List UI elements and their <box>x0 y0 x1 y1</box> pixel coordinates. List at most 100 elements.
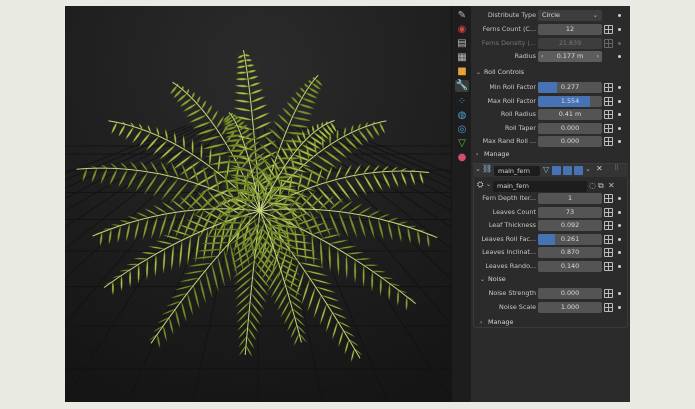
keyframe-icon[interactable] <box>604 302 613 312</box>
animate-dot-icon[interactable] <box>618 305 621 309</box>
property-field[interactable]: 0.870 <box>538 247 602 258</box>
animate-dot-icon[interactable] <box>618 292 621 295</box>
constraints-icon[interactable]: ◎ <box>455 124 469 136</box>
ferns-count-label: Ferns Count (C... <box>482 25 536 33</box>
keyframe-icon[interactable] <box>604 194 613 203</box>
manage-header-2[interactable]: › Manage <box>480 316 513 329</box>
property-value: 0.261 <box>560 234 580 243</box>
node-group-field[interactable]: main_fern <box>493 181 587 192</box>
animate-dot-icon[interactable] <box>618 224 621 227</box>
animate-dot-icon[interactable] <box>618 264 621 268</box>
keyframe-icon[interactable] <box>604 207 613 217</box>
property-field[interactable]: 73 <box>538 206 602 218</box>
keyframe-icon[interactable] <box>604 96 613 106</box>
physics-icon[interactable]: ◍ <box>455 110 469 122</box>
data-icon[interactable]: ▽ <box>455 138 469 150</box>
drag-handle-icon[interactable]: ⠿ <box>614 164 619 172</box>
keyframe-icon[interactable] <box>604 289 613 298</box>
property-row: Roll Taper 0.000 <box>471 122 630 135</box>
property-field[interactable]: 0.000 <box>538 122 602 134</box>
camera-icon[interactable] <box>574 166 583 175</box>
property-field[interactable]: 0.261 <box>538 233 602 245</box>
keyframe-icon[interactable] <box>604 234 613 244</box>
keyframe-icon[interactable] <box>604 83 613 92</box>
property-label: Leaves Rando... <box>485 261 536 270</box>
noise-header[interactable]: ⌄ Noise <box>480 273 506 286</box>
property-label: Leaves Count <box>492 207 536 216</box>
keyframe-icon[interactable] <box>604 110 613 120</box>
view-layer-icon[interactable]: ▦ <box>455 52 469 64</box>
chevron-right-icon: › <box>476 151 479 158</box>
roll-controls-header[interactable]: ⌄ Roll Controls <box>476 66 524 79</box>
cage-icon[interactable] <box>552 166 561 175</box>
property-field[interactable]: 1 <box>538 193 602 204</box>
keyframe-icon[interactable] <box>604 261 613 271</box>
property-field[interactable]: 0.092 <box>538 220 602 231</box>
ferns-count-field[interactable]: 12 <box>538 24 602 35</box>
animate-dot-icon[interactable] <box>618 99 621 103</box>
chevron-down-icon[interactable]: ⌄ <box>585 165 591 173</box>
keyframe-icon[interactable] <box>604 39 613 48</box>
property-value: 1.000 <box>560 302 580 311</box>
distribute-type-row: Distribute Type Circle ⌄ <box>471 9 630 22</box>
radius-field[interactable]: ‹ 0.177 m › <box>538 51 602 62</box>
fake-user-icon[interactable]: ◌ <box>589 181 596 190</box>
animate-dot-icon[interactable] <box>618 126 621 130</box>
duplicate-icon[interactable]: ⧉ <box>598 181 604 191</box>
property-field[interactable]: 0.000 <box>538 136 602 148</box>
animate-dot-icon[interactable] <box>618 42 621 45</box>
property-field[interactable]: 1.554 <box>538 95 602 107</box>
output-icon[interactable]: ▤ <box>455 38 469 50</box>
ferns-density-row: Ferns Density (... 21.839 <box>471 37 630 50</box>
animate-dot-icon[interactable] <box>618 86 621 89</box>
chevron-right-icon: › <box>480 319 483 326</box>
animate-dot-icon[interactable] <box>618 210 621 214</box>
keyframe-icon[interactable] <box>604 221 613 230</box>
animate-dot-icon[interactable] <box>618 55 621 58</box>
unlink-icon[interactable]: ✕ <box>608 181 615 190</box>
animate-dot-icon[interactable] <box>618 28 621 31</box>
distribute-type-dropdown[interactable]: Circle ⌄ <box>538 10 602 21</box>
ferns-density-field[interactable]: 21.839 <box>538 38 602 49</box>
edit-mode-icon[interactable]: ▽ <box>543 165 549 174</box>
property-value: 1.554 <box>560 96 580 105</box>
chevron-down-icon[interactable]: ⌄ <box>475 165 481 173</box>
tool-icon[interactable]: ✎ <box>455 10 469 22</box>
property-field[interactable]: 0.140 <box>538 260 602 272</box>
property-field[interactable]: 0.41 m <box>538 109 602 121</box>
manage-header[interactable]: › Manage <box>476 148 509 161</box>
node-tree-icon[interactable]: ⛭ <box>477 180 483 190</box>
property-label: Leaf Thickness <box>488 221 536 229</box>
realtime-icon[interactable] <box>563 166 572 175</box>
modifier-icon[interactable]: 🔧 <box>455 80 469 92</box>
animate-dot-icon[interactable] <box>618 113 621 117</box>
render-icon[interactable]: ◉ <box>455 24 469 36</box>
property-field[interactable]: 0.000 <box>538 288 602 299</box>
animate-dot-icon[interactable] <box>618 14 621 17</box>
chevron-left-icon[interactable]: ‹ <box>541 51 544 62</box>
3d-viewport[interactable] <box>65 6 451 402</box>
property-label: Fern Depth Iter... <box>482 194 536 202</box>
chevron-down-icon[interactable]: ⌄ <box>486 181 491 188</box>
chevron-right-icon[interactable]: › <box>596 51 599 62</box>
keyframe-icon[interactable] <box>604 123 613 133</box>
modifier-header: ⌄ ⛓ main_fern ▽ ⌄ ✕ ⠿ <box>473 163 628 177</box>
property-field[interactable]: 1.000 <box>538 301 602 313</box>
chevron-down-icon: ⌄ <box>480 276 486 283</box>
keyframe-icon[interactable] <box>604 25 613 34</box>
keyframe-icon[interactable] <box>604 248 613 257</box>
animate-dot-icon[interactable] <box>618 251 621 254</box>
modifier-name-field[interactable]: main_fern <box>494 166 540 176</box>
property-value: 1 <box>567 194 573 202</box>
property-value: 0.41 m <box>558 110 582 119</box>
particles-icon[interactable]: ⁘ <box>455 96 469 108</box>
property-label: Max Roll Factor <box>487 96 536 105</box>
animate-dot-icon[interactable] <box>618 140 621 144</box>
object-icon[interactable]: ■ <box>455 66 469 78</box>
close-icon[interactable]: ✕ <box>596 164 603 173</box>
keyframe-icon[interactable] <box>604 137 613 147</box>
property-field[interactable]: 0.277 <box>538 82 602 93</box>
material-icon[interactable]: ● <box>455 152 469 164</box>
animate-dot-icon[interactable] <box>618 237 621 241</box>
animate-dot-icon[interactable] <box>618 197 621 200</box>
